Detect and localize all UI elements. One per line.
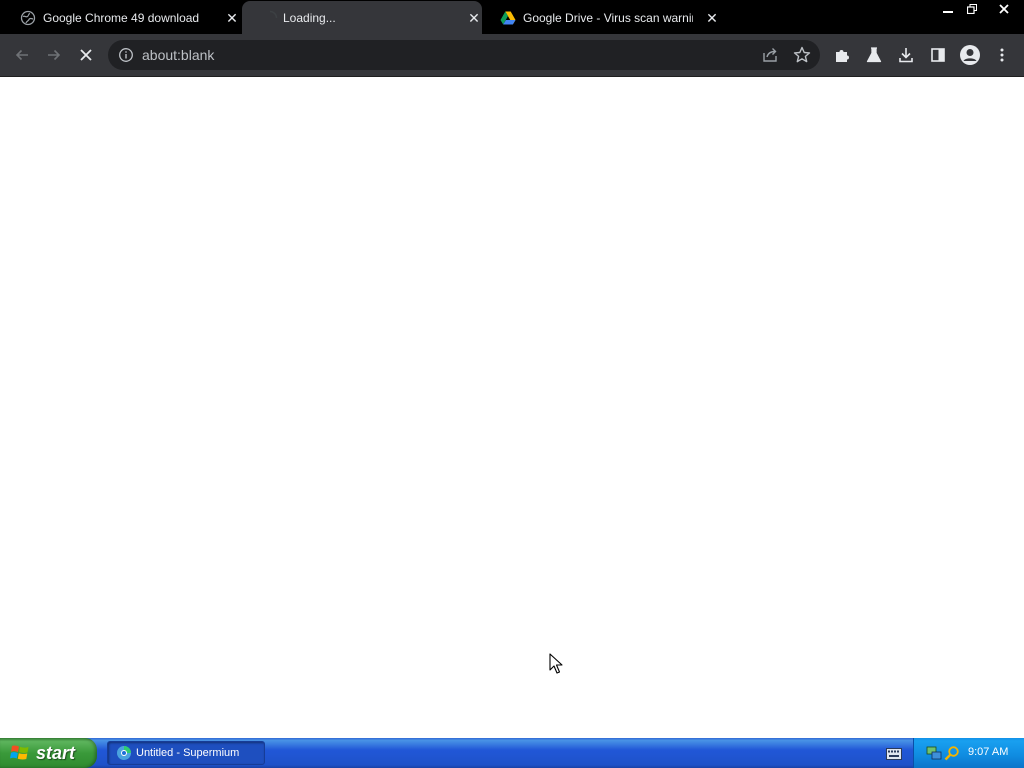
tab-title: Loading...	[283, 11, 336, 25]
back-arrow-icon	[15, 49, 28, 61]
close-window-button[interactable]	[984, 1, 1024, 17]
share-icon[interactable]	[760, 45, 780, 65]
clock[interactable]: 9:07 AM	[968, 746, 1008, 758]
tab-loading[interactable]: Loading... ✕	[242, 1, 482, 34]
forward-arrow-icon	[48, 49, 61, 61]
download-icon	[899, 48, 913, 63]
menu-button[interactable]	[990, 43, 1014, 67]
loading-icon	[269, 10, 278, 19]
window-controls	[936, 0, 1024, 18]
tab-title: Google Drive - Virus scan warning	[523, 11, 693, 25]
system-tray: 9:07 AM	[913, 738, 1024, 768]
browser-toolbar: about:blank	[0, 34, 1024, 77]
labs-button[interactable]	[862, 43, 886, 67]
profile-button[interactable]	[958, 43, 982, 67]
mouse-cursor-icon	[549, 653, 563, 674]
url-text[interactable]: about:blank	[142, 47, 214, 63]
globe-icon	[20, 10, 36, 26]
extensions-button[interactable]	[830, 43, 854, 67]
side-panel-button[interactable]	[926, 43, 950, 67]
network-icon[interactable]	[926, 745, 942, 761]
page-content[interactable]	[0, 77, 1024, 738]
supermium-icon	[117, 746, 131, 760]
tab-strip: Google Chrome 49 download ✕ Loading... ✕…	[0, 0, 1024, 34]
windows-logo-icon	[10, 745, 29, 760]
menu-icon	[1000, 48, 1004, 62]
start-label: start	[36, 742, 76, 763]
restore-icon	[967, 4, 977, 14]
downloads-button[interactable]	[894, 43, 918, 67]
taskbar-item-label: Untitled - Supermium	[136, 747, 240, 759]
address-bar[interactable]: about:blank	[108, 40, 820, 70]
profile-icon	[960, 45, 980, 65]
extensions-icon	[836, 50, 849, 62]
google-drive-icon	[500, 11, 516, 25]
tab-chrome-49-download[interactable]: Google Chrome 49 download ✕	[0, 1, 240, 34]
tab-close-button[interactable]: ✕	[704, 10, 720, 26]
labs-icon	[866, 47, 882, 63]
minimize-button[interactable]	[936, 1, 960, 17]
stop-loading-button[interactable]	[74, 43, 98, 67]
back-button[interactable]	[10, 43, 34, 67]
side-panel-icon	[931, 48, 945, 62]
start-button[interactable]: start	[0, 738, 97, 768]
taskbar-item-supermium[interactable]: Untitled - Supermium	[107, 741, 265, 765]
tab-close-button[interactable]: ✕	[224, 10, 240, 26]
bookmark-star-icon[interactable]	[792, 45, 812, 65]
tab-title: Google Chrome 49 download	[43, 11, 200, 25]
forward-button[interactable]	[42, 43, 66, 67]
stop-icon	[80, 49, 92, 61]
tab-google-drive-virus-scan[interactable]: Google Drive - Virus scan warning ✕	[480, 1, 720, 34]
restore-button[interactable]	[960, 1, 984, 17]
keyboard-icon[interactable]	[886, 748, 902, 760]
search-icon[interactable]	[944, 745, 960, 761]
windows-taskbar: start Untitled - Supermium 9:07 AM	[0, 738, 1024, 768]
info-icon[interactable]	[118, 47, 134, 63]
close-icon	[999, 4, 1009, 14]
minimize-icon	[943, 11, 953, 13]
